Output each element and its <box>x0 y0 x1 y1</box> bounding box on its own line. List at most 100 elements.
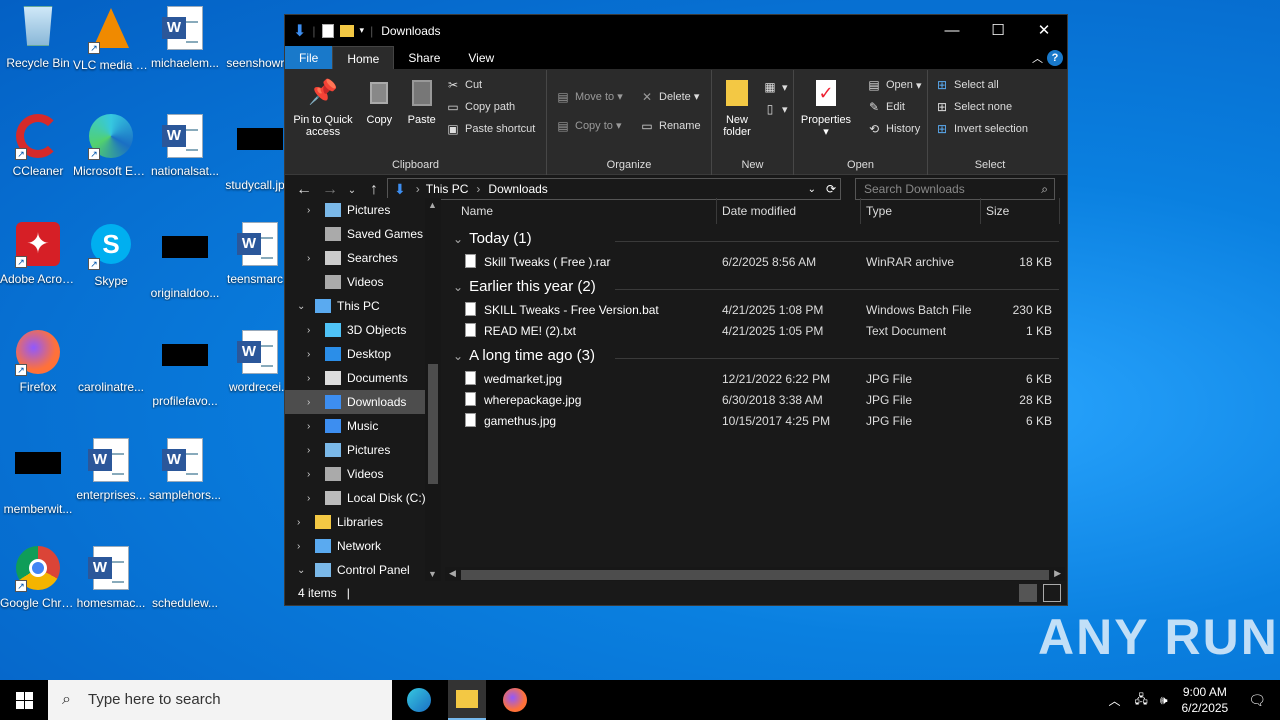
customize-quick-access-icon[interactable]: ▾ <box>360 25 365 36</box>
chevron-right-icon[interactable]: › <box>307 469 310 480</box>
desktop-icon[interactable]: nationalsat... <box>147 114 223 179</box>
cut-button[interactable]: ✂ Cut <box>445 74 535 96</box>
select-all-button[interactable]: ⊞ Select all <box>934 74 1028 96</box>
file-group-header[interactable]: ⌄ Today (1) <box>453 230 532 247</box>
breadcrumb-this-pc[interactable]: This PC <box>426 182 469 196</box>
new-item-button[interactable]: ▦ ▾ <box>762 76 787 98</box>
select-none-button[interactable]: ⊞ Select none <box>934 96 1028 118</box>
chevron-right-icon[interactable]: › <box>307 325 310 336</box>
nav-item[interactable]: ⌄ This PC <box>285 294 441 318</box>
desktop-icon[interactable]: samplehors... <box>147 438 223 503</box>
address-bar[interactable]: ⬇ › This PC › Downloads ⌄ ⟳ <box>387 178 841 200</box>
search-input[interactable]: Search Downloads ⌕ <box>855 178 1055 200</box>
breadcrumb-downloads[interactable]: Downloads <box>488 182 547 196</box>
nav-item[interactable]: › Pictures <box>285 438 441 462</box>
file-row[interactable]: READ ME! (2).txt 4/21/2025 1:05 PM Text Do… <box>445 321 1065 342</box>
recent-locations-button[interactable]: ⌄ <box>343 185 361 196</box>
chevron-right-icon[interactable]: › <box>297 541 300 552</box>
forward-button[interactable]: → <box>317 181 343 199</box>
column-date-modified[interactable]: Date modified <box>722 198 796 224</box>
maximize-button[interactable]: ☐ <box>975 15 1021 46</box>
desktop-icon[interactable]: carolinatre... <box>73 330 149 395</box>
back-button[interactable]: ← <box>291 181 317 199</box>
nav-item[interactable]: › Local Disk (C:) <box>285 486 441 510</box>
group-collapse-icon[interactable]: ⌄ <box>453 349 463 363</box>
navigation-pane[interactable]: › Pictures Saved Games › Searches Videos ⌄ This… <box>285 198 441 581</box>
desktop-icon[interactable]: michaelem... <box>147 6 223 71</box>
pin-to-quick-access-button[interactable]: 📌 Pin to Quick access <box>291 76 355 139</box>
nav-item[interactable]: › Downloads <box>285 390 441 414</box>
tab-view[interactable]: View <box>454 46 508 69</box>
volume-icon[interactable]: 🕪 <box>1160 693 1168 708</box>
desktop-icon[interactable]: ↗ Microsoft Edge <box>73 114 149 179</box>
move-to-button[interactable]: ▤ Move to ▾ <box>555 82 622 111</box>
desktop-icon[interactable]: schedulew... <box>147 546 223 611</box>
file-row[interactable]: wherepackage.jpg 6/30/2018 3:38 AM JPG Fil… <box>445 390 1065 411</box>
desktop-icon[interactable]: homesmac... <box>73 546 149 611</box>
desktop-icon[interactable]: memberwit... <box>0 438 76 517</box>
nav-item[interactable]: › Documents <box>285 366 441 390</box>
open-button[interactable]: ▤ Open ▾ <box>866 74 921 96</box>
network-icon[interactable]: 🖧 <box>1135 690 1148 711</box>
taskbar-firefox[interactable] <box>496 680 534 720</box>
new-folder-quick-icon[interactable] <box>339 24 354 37</box>
taskbar-edge[interactable] <box>400 680 438 720</box>
horizontal-scroll-thumb[interactable] <box>461 570 1049 580</box>
large-icons-view-icon[interactable] <box>1043 584 1061 602</box>
chevron-right-icon[interactable]: › <box>307 373 310 384</box>
nav-item[interactable]: › Libraries <box>285 510 441 534</box>
delete-button[interactable]: ✕ Delete ▾ <box>639 82 701 111</box>
chevron-down-icon[interactable]: ⌄ <box>297 565 305 576</box>
group-collapse-icon[interactable]: ⌄ <box>453 232 463 246</box>
chevron-right-icon[interactable]: › <box>307 421 310 432</box>
tab-home[interactable]: Home <box>332 46 395 69</box>
group-collapse-icon[interactable]: ⌄ <box>453 280 463 294</box>
paste-button[interactable]: Paste <box>404 76 440 126</box>
taskbar-search-box[interactable]: ⌕ Type here to search <box>48 680 392 720</box>
column-type[interactable]: Type <box>866 198 892 224</box>
desktop-icon[interactable]: originaldoo... <box>147 222 223 301</box>
chevron-down-icon[interactable]: ⌄ <box>297 301 305 312</box>
desktop-icon[interactable]: ↗ VLC media player <box>73 6 149 73</box>
invert-selection-button[interactable]: ⊞ Invert selection <box>934 118 1028 140</box>
easy-access-button[interactable]: ▯ ▾ <box>762 98 788 120</box>
nav-item[interactable]: › Pictures <box>285 198 441 222</box>
chevron-right-icon[interactable]: › <box>307 253 310 264</box>
scroll-right-arrow[interactable]: ▶ <box>1054 568 1061 579</box>
edit-button[interactable]: ✎ Edit <box>866 96 922 118</box>
copy-to-button[interactable]: ▤ Copy to ▾ <box>555 111 623 140</box>
tab-file[interactable]: File <box>285 46 333 69</box>
chevron-right-icon[interactable]: › <box>307 493 310 504</box>
desktop-icon[interactable]: ↗ Firefox <box>0 330 76 395</box>
chevron-right-icon[interactable]: › <box>307 445 310 456</box>
nav-item[interactable]: ⌄ Control Panel <box>285 558 441 581</box>
nav-item[interactable]: › 3D Objects <box>285 318 441 342</box>
chevron-right-icon[interactable]: › <box>307 205 310 216</box>
taskbar-file-explorer[interactable] <box>448 680 486 720</box>
scroll-down-arrow[interactable]: ▼ <box>428 569 437 579</box>
chevron-right-icon[interactable]: › <box>297 517 300 528</box>
close-button[interactable]: ✕ <box>1021 15 1067 46</box>
desktop-icon[interactable]: ↗ Google Chrome <box>0 546 76 611</box>
chevron-right-icon[interactable]: › <box>307 349 310 360</box>
history-button[interactable]: ⟲ History <box>866 118 922 140</box>
file-row[interactable]: gamethus.jpg 10/15/2017 4:25 PM JPG File 6 … <box>445 411 1065 432</box>
copy-path-button[interactable]: ▭ Copy path <box>445 96 535 118</box>
tab-share[interactable]: Share <box>394 46 454 69</box>
file-row[interactable]: SKILL Tweaks - Free Version.bat 4/21/2025… <box>445 300 1065 321</box>
nav-item[interactable]: › Desktop <box>285 342 441 366</box>
nav-item[interactable]: › Searches <box>285 246 441 270</box>
scroll-left-arrow[interactable]: ◀ <box>449 568 456 579</box>
nav-item[interactable]: › Network <box>285 534 441 558</box>
nav-scrollbar[interactable]: ▲ ▼ <box>425 198 441 581</box>
help-icon[interactable]: ? <box>1047 50 1063 66</box>
properties-quick-icon[interactable] <box>321 23 334 38</box>
refresh-icon[interactable]: ⟳ <box>826 182 836 196</box>
nav-item[interactable]: Videos <box>285 270 441 294</box>
scroll-up-arrow[interactable]: ▲ <box>428 200 437 210</box>
minimize-button[interactable]: — <box>929 15 975 46</box>
copy-button[interactable]: Copy <box>362 76 396 126</box>
clock[interactable]: 9:00 AM 6/2/2025 <box>1182 684 1229 716</box>
properties-button[interactable]: ✓ Properties ▾ <box>800 76 852 138</box>
desktop-icon[interactable]: enterprises... <box>73 438 149 503</box>
